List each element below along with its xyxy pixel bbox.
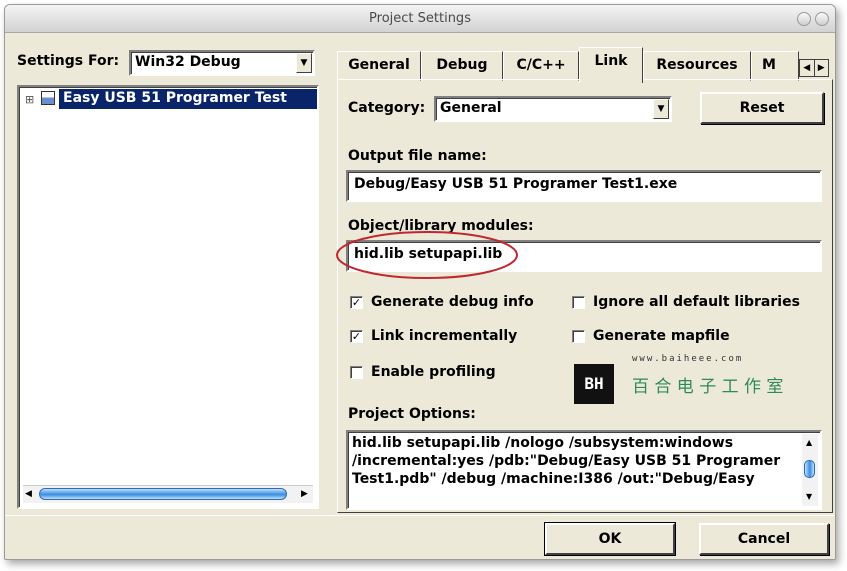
footer-divider: [5, 515, 835, 516]
tab-scroll-right-icon[interactable]: ▶: [815, 60, 829, 76]
tab-cpp[interactable]: C/C++: [503, 51, 579, 81]
tab-debug[interactable]: Debug: [421, 51, 503, 81]
ok-button[interactable]: OK: [544, 522, 676, 556]
horizontal-scrollbar[interactable]: ◀ ▶: [23, 485, 313, 503]
annotation-ellipse: [336, 231, 518, 279]
scroll-down-icon[interactable]: ▼: [806, 488, 812, 506]
project-settings-dialog: Project Settings Settings For: Win32 Deb…: [4, 4, 836, 560]
chevron-down-icon[interactable]: ▼: [653, 99, 669, 119]
generate-debug-checkbox[interactable]: ✓ Generate debug info: [350, 294, 534, 310]
check-icon: ✓: [350, 329, 363, 343]
project-icon: [41, 91, 55, 105]
generate-mapfile-checkbox[interactable]: Generate mapfile: [572, 328, 730, 344]
settings-for-value: Win32 Debug: [135, 54, 241, 70]
title-bar: Project Settings: [5, 5, 835, 33]
category-value: General: [440, 100, 502, 116]
tab-scroll-left-icon[interactable]: ◀: [800, 60, 815, 76]
enable-profiling-checkbox[interactable]: Enable profiling: [350, 364, 496, 380]
scroll-left-icon[interactable]: ◀: [25, 489, 32, 499]
output-file-label: Output file name:: [348, 148, 487, 164]
link-incrementally-checkbox[interactable]: ✓ Link incrementally: [350, 328, 517, 344]
vertical-scrollbar[interactable]: ▲ ▼: [802, 434, 818, 506]
watermark-logo: BH www.baiheee.com 百 合 电 子 工 作 室: [572, 352, 792, 420]
project-options-field[interactable]: hid.lib setupapi.lib /nologo /subsystem:…: [346, 430, 822, 510]
reset-button[interactable]: Reset: [700, 92, 824, 124]
bh-logo: BH: [574, 364, 614, 404]
scroll-right-icon[interactable]: ▶: [301, 489, 308, 499]
scroll-up-icon[interactable]: ▲: [806, 434, 812, 452]
window-title: Project Settings: [369, 11, 471, 26]
watermark-chinese: 百 合 电 子 工 作 室: [632, 377, 784, 397]
minimize-button[interactable]: [797, 12, 811, 26]
watermark-url: www.baiheee.com: [632, 354, 744, 364]
expand-icon[interactable]: ⊞: [25, 93, 34, 106]
tab-resources[interactable]: Resources: [643, 51, 751, 81]
category-combo[interactable]: General ▼: [434, 96, 672, 122]
settings-for-combo[interactable]: Win32 Debug ▼: [129, 50, 315, 76]
project-tree[interactable]: ⊞ Easy USB 51 Programer Test ◀ ▶: [17, 85, 319, 509]
close-button[interactable]: [815, 12, 829, 26]
category-label: Category:: [348, 100, 426, 116]
tab-link[interactable]: Link: [579, 47, 643, 83]
tab-scroll-buttons[interactable]: ◀ ▶: [799, 59, 829, 77]
check-icon: ✓: [350, 295, 363, 309]
tab-more[interactable]: M: [751, 51, 799, 81]
tree-item-project[interactable]: Easy USB 51 Programer Test: [59, 89, 317, 109]
scrollbar-thumb[interactable]: [39, 488, 287, 500]
cancel-button[interactable]: Cancel: [699, 523, 829, 555]
scrollbar-thumb[interactable]: [804, 460, 815, 478]
settings-for-label: Settings For:: [17, 53, 120, 69]
link-tab-panel: Category: General ▼ Reset Output file na…: [336, 79, 833, 513]
chevron-down-icon[interactable]: ▼: [296, 53, 312, 73]
output-file-field[interactable]: Debug/Easy USB 51 Programer Test1.exe: [346, 170, 822, 202]
tab-general[interactable]: General: [337, 51, 421, 81]
ignore-libraries-checkbox[interactable]: Ignore all default libraries: [572, 294, 800, 310]
project-options-label: Project Options:: [348, 406, 476, 422]
